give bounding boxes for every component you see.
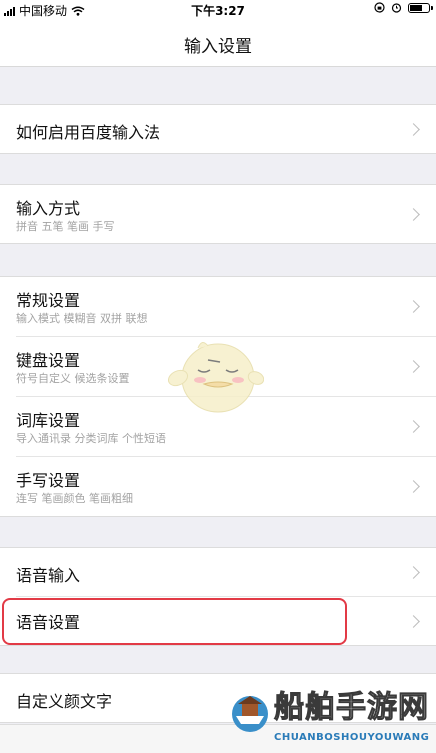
alarm-icon [391, 3, 402, 13]
status-right [374, 2, 433, 13]
chevron-right-icon [407, 360, 420, 373]
row-label: 自定义颜文字 [16, 692, 113, 711]
chevron-right-icon [407, 480, 420, 493]
battery-icon [408, 2, 433, 13]
chevron-right-icon [407, 300, 420, 313]
settings-group-input-method: 输入方式 拼音 五笔 笔画 手写 [0, 184, 436, 244]
chevron-right-icon [407, 615, 420, 628]
chevron-right-icon [407, 420, 420, 433]
row-input-method[interactable]: 输入方式 拼音 五笔 笔画 手写 [0, 185, 436, 243]
row-label: 如何启用百度输入法 [16, 123, 161, 142]
row-label: 常规设置 [16, 291, 81, 310]
row-label: 语音输入 [16, 566, 81, 585]
row-handwriting-settings[interactable]: 手写设置 连写 笔画颜色 笔画粗细 [16, 456, 436, 516]
ship-logo-icon [232, 696, 268, 732]
row-subtitle: 拼音 五笔 笔画 手写 [16, 220, 115, 233]
row-label: 词库设置 [16, 411, 81, 430]
mascot-watermark-icon [168, 342, 264, 413]
row-subtitle: 输入模式 模糊音 双拼 联想 [16, 312, 148, 325]
row-subtitle: 导入通讯录 分类词库 个性短语 [16, 432, 166, 445]
brand-name-latin: CHUANBOSHOUYOUWANG [274, 732, 430, 743]
settings-group-enable: 如何启用百度输入法 [0, 104, 436, 154]
status-bar: 中国移动 下午3:27 [0, 0, 436, 20]
row-label: 输入方式 [16, 199, 81, 218]
row-how-to-enable[interactable]: 如何启用百度输入法 [0, 105, 436, 153]
row-label: 键盘设置 [16, 351, 81, 370]
row-subtitle: 连写 笔画颜色 笔画粗细 [16, 492, 133, 505]
brand-watermark: 船舶手游网 CHUANBOSHOUYOUWANG [228, 676, 434, 752]
brand-name: 船舶手游网 [274, 690, 429, 726]
chevron-right-icon [407, 208, 420, 221]
highlight-box [2, 598, 347, 645]
row-subtitle: 符号自定义 候选条设置 [16, 372, 130, 385]
orientation-lock-icon [374, 2, 385, 13]
page-title: 输入设置 [184, 37, 252, 57]
row-general-settings[interactable]: 常规设置 输入模式 模糊音 双拼 联想 [0, 277, 436, 336]
row-label: 手写设置 [16, 471, 81, 490]
chevron-right-icon [407, 123, 420, 136]
status-time: 下午3:27 [191, 4, 245, 18]
navigation-bar: 输入设置 [0, 20, 436, 67]
row-voice-input[interactable]: 语音输入 [0, 548, 436, 596]
chevron-right-icon [407, 566, 420, 579]
